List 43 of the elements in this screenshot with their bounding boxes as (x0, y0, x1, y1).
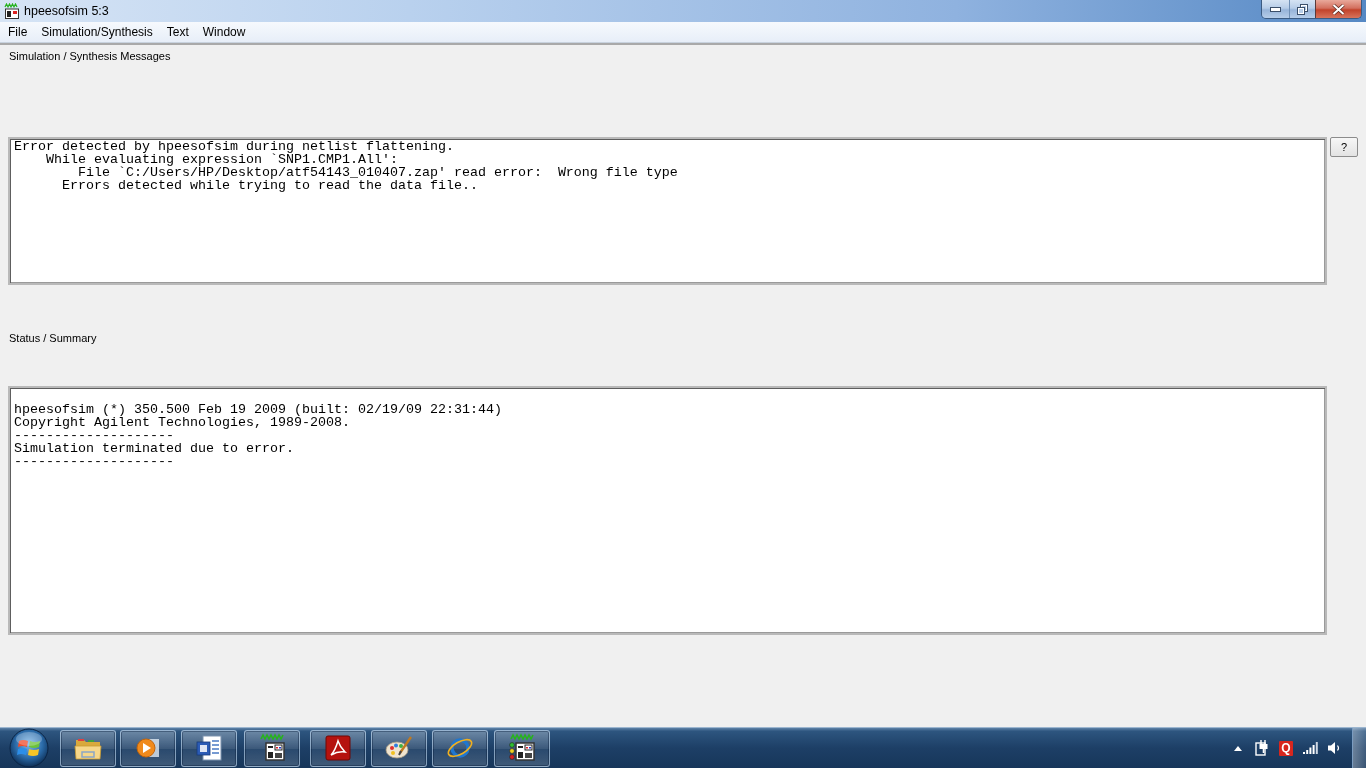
section-label: Simulation / Synthesis Messages (9, 49, 171, 63)
log-line: Simulation terminated due to error. (14, 442, 294, 455)
taskbar-button[interactable] (371, 729, 427, 767)
help-button[interactable]: ? (1330, 137, 1358, 157)
restore-icon (1297, 3, 1308, 15)
log-line: hpeesofsim (*) 350.500 Feb 19 2009 (built: 02/19/09 22:31:44) (14, 403, 502, 416)
plug-icon (1255, 740, 1269, 756)
close-icon (1332, 3, 1345, 15)
log-line: Errors detected while trying to read the data file.. (61, 179, 478, 192)
start-orb-icon (9, 728, 49, 768)
log-line: File `C:/Users/HP/Desktop/atf54143_010407.zap' read error: Wrong file type (77, 166, 678, 179)
signal-icon (1302, 742, 1318, 754)
log-line: While evaluating expression `SNP1.CMP1.All': (45, 153, 398, 166)
log-line: -------------------- (14, 455, 174, 468)
show-desktop-button[interactable] (1352, 728, 1366, 768)
minimize-button[interactable] (1262, 0, 1289, 18)
close-button[interactable] (1315, 0, 1361, 18)
tray-app-button[interactable]: Q (1279, 740, 1293, 756)
menu-item[interactable]: File (1, 23, 35, 41)
log-line: Copyright Agilent Technologies, 1989-2008. (14, 416, 350, 429)
menu-item[interactable]: Window (195, 23, 253, 41)
menu-item[interactable]: Simulation/Synthesis (34, 23, 160, 41)
pdf-icon (323, 733, 353, 763)
document-icon (194, 733, 224, 763)
taskbar-button[interactable] (494, 729, 550, 767)
minimize-icon (1270, 6, 1281, 12)
app-icon (4, 3, 20, 19)
taskbar-button[interactable] (244, 729, 300, 767)
log-line: Error detected by hpeesofsim during netlist flattening. (14, 140, 454, 153)
app-window-icon (257, 733, 287, 763)
taskbar-button[interactable] (120, 729, 176, 767)
restore-button[interactable] (1289, 0, 1315, 18)
taskbar-button[interactable] (432, 729, 488, 767)
app-window-icon (507, 733, 537, 763)
caret-up-icon (1234, 745, 1242, 751)
section-label: Status / Summary (9, 331, 97, 345)
taskbar-button[interactable] (181, 729, 237, 767)
log-line: -------------------- (14, 429, 174, 442)
taskbar-button[interactable] (60, 729, 116, 767)
taskbar-button[interactable] (310, 729, 366, 767)
speaker-icon (1327, 741, 1341, 755)
window-title: hpeesofsim 5:3 (24, 3, 109, 20)
menu-item[interactable]: Text (159, 23, 196, 41)
